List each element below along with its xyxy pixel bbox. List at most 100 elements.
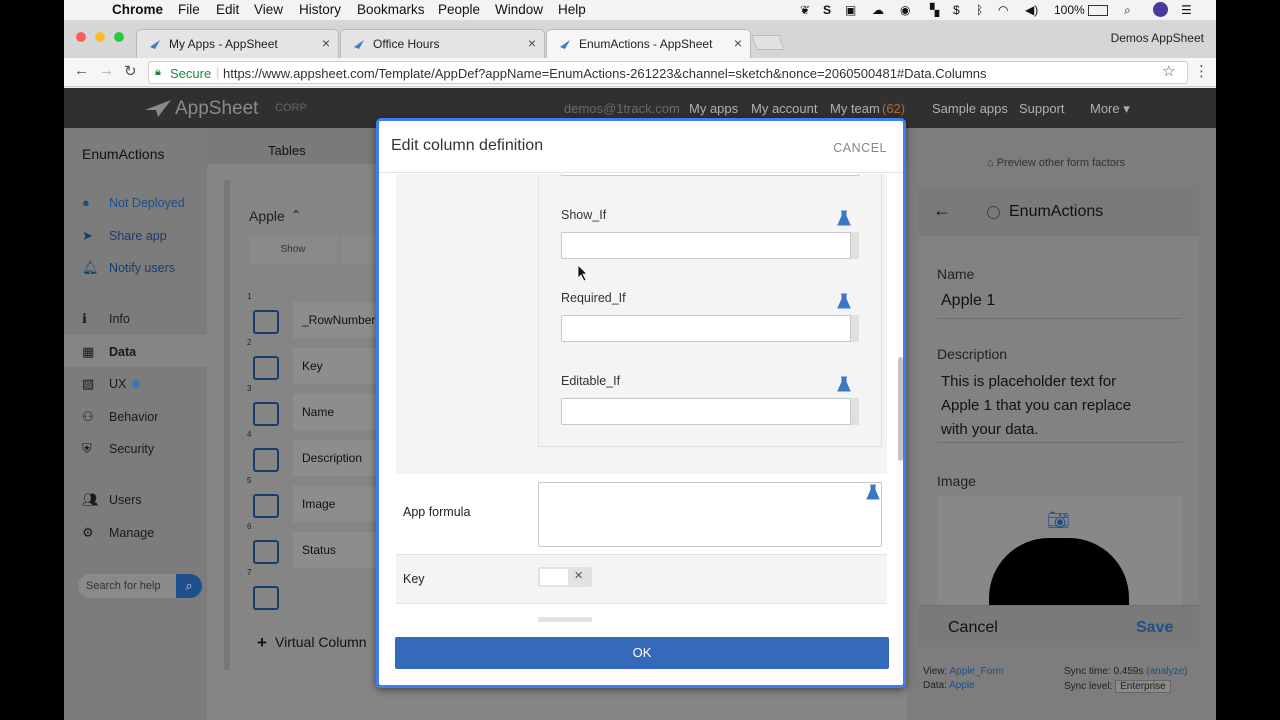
column-header-2[interactable]	[341, 236, 381, 264]
menu-help[interactable]: Help	[558, 2, 586, 17]
name-value[interactable]: Apple 1	[941, 292, 995, 310]
flask-icon[interactable]	[837, 376, 851, 392]
analyze-link[interactable]: (analyze)	[1146, 666, 1187, 677]
status-icon-dollar[interactable]: $	[953, 3, 960, 17]
tab-tables[interactable]: Tables	[268, 143, 306, 158]
menu-app-name[interactable]: Chrome	[112, 2, 163, 17]
status-icon-s[interactable]: S	[823, 3, 831, 17]
secure-label: Secure	[170, 66, 212, 81]
edit-icon[interactable]	[253, 310, 279, 334]
camera-icon[interactable]: 📷︎	[1047, 510, 1070, 531]
brand-name[interactable]: AppSheet	[175, 98, 258, 120]
chevron-up-icon[interactable]: ⌃	[291, 208, 301, 222]
help-search-icon[interactable]: ⌕	[176, 574, 202, 598]
flask-icon[interactable]	[837, 293, 851, 309]
modal-scrollbar[interactable]	[898, 357, 903, 461]
menu-window[interactable]: Window	[495, 2, 543, 17]
my-account-link[interactable]: My account	[751, 101, 817, 116]
required-if-input[interactable]	[561, 315, 851, 342]
bookmark-star-icon[interactable]: ☆	[1162, 62, 1175, 80]
editable-if-input[interactable]	[561, 398, 851, 425]
modal-cancel-button[interactable]: CANCEL	[833, 141, 887, 155]
flask-icon[interactable]	[866, 484, 880, 500]
edit-icon[interactable]	[253, 540, 279, 564]
data-link[interactable]: Apple	[949, 680, 975, 691]
preview-save-button[interactable]: Save	[1136, 619, 1173, 637]
table-row[interactable]: 5 Image	[247, 476, 383, 526]
support-link[interactable]: Support	[1019, 101, 1065, 116]
tab-enumactions[interactable]: EnumActions - AppSheet ×	[546, 29, 751, 59]
back-arrow-icon[interactable]: ←	[74, 62, 89, 79]
menu-bookmarks[interactable]: Bookmarks	[357, 2, 425, 17]
menu-people[interactable]: People	[438, 2, 480, 17]
edit-icon[interactable]	[253, 448, 279, 472]
table-name[interactable]: Apple	[249, 208, 285, 224]
table-row[interactable]: 6 Status	[247, 522, 383, 572]
my-team-link[interactable]: My team	[830, 101, 880, 116]
virtual-column-link[interactable]: Virtual Column	[275, 634, 367, 650]
flask-icon[interactable]	[837, 210, 851, 226]
preview-form-factors-link[interactable]: ⌂ Preview other form factors	[987, 157, 1125, 169]
battery-icon[interactable]	[1088, 5, 1108, 16]
app-formula-input[interactable]	[538, 482, 882, 547]
bluetooth-icon[interactable]: ᛒ	[976, 3, 983, 17]
table-row[interactable]: 4 Description	[247, 430, 383, 480]
reload-icon[interactable]: ↻	[124, 62, 137, 80]
resize-handle[interactable]	[850, 315, 859, 342]
chrome-menu-icon[interactable]: ⋮	[1194, 62, 1209, 80]
menu-edit[interactable]: Edit	[216, 2, 239, 17]
my-apps-link[interactable]: My apps	[689, 101, 738, 116]
status-icon-record[interactable]: ◉	[900, 3, 910, 17]
window-zoom-button[interactable]	[114, 32, 124, 42]
next-toggle-partial[interactable]	[538, 617, 592, 622]
appsheet-logo-icon[interactable]	[144, 98, 172, 118]
edit-icon[interactable]	[253, 402, 279, 426]
table-row[interactable]: 2 Key	[247, 338, 383, 388]
status-icon-window[interactable]: ▣	[845, 3, 856, 17]
new-tab-button[interactable]	[751, 35, 785, 50]
volume-icon[interactable]: ◀)	[1025, 3, 1038, 17]
menu-view[interactable]: View	[254, 2, 283, 17]
tab-close-icon[interactable]: ×	[528, 35, 536, 51]
notification-list-icon[interactable]: ☰	[1181, 3, 1192, 17]
help-search-input[interactable]: Search for help	[86, 580, 161, 592]
more-menu[interactable]: More ▾	[1090, 101, 1130, 117]
edit-icon[interactable]	[253, 356, 279, 380]
table-row[interactable]: 3 Name	[247, 384, 383, 434]
profile-name[interactable]: Demos AppSheet	[1111, 31, 1204, 45]
table-row[interactable]: 7	[247, 568, 383, 618]
window-close-button[interactable]	[76, 32, 86, 42]
window-minimize-button[interactable]	[95, 32, 105, 42]
plus-icon[interactable]: +	[257, 633, 267, 653]
menu-file[interactable]: File	[178, 2, 200, 17]
view-link[interactable]: Apple_Form	[950, 666, 1004, 677]
sync-level-select[interactable]: Enterprise	[1115, 680, 1171, 693]
menu-history[interactable]: History	[299, 2, 341, 17]
status-icon-vector[interactable]: ❦	[800, 3, 810, 17]
ok-button[interactable]: OK	[395, 637, 889, 669]
resize-handle[interactable]	[850, 232, 859, 259]
preview-cancel-button[interactable]: Cancel	[948, 619, 998, 637]
sample-apps-link[interactable]: Sample apps	[932, 101, 1008, 116]
edit-icon[interactable]	[253, 586, 279, 610]
image-area[interactable]: 📷︎	[937, 496, 1182, 618]
status-icon-grid[interactable]: ▚	[930, 3, 939, 17]
table-row[interactable]: 1 _RowNumber	[247, 292, 383, 342]
url-field[interactable]: 🔒︎ Secure | https://www.appsheet.com/Tem…	[148, 61, 1188, 84]
show-if-input[interactable]	[561, 232, 851, 259]
show-column-header[interactable]: Show	[249, 236, 337, 264]
tab-my-apps[interactable]: My Apps - AppSheet ×	[136, 29, 339, 58]
edit-icon[interactable]	[253, 494, 279, 518]
key-toggle[interactable]: ✕	[538, 567, 592, 587]
description-value[interactable]: This is placeholder text for Apple 1 tha…	[941, 370, 1156, 442]
wifi-icon[interactable]: ◠	[998, 3, 1008, 17]
spotlight-search-icon[interactable]: ⌕	[1124, 3, 1131, 18]
tab-office-hours[interactable]: Office Hours ×	[340, 29, 545, 58]
resize-handle[interactable]	[850, 398, 859, 425]
back-arrow-icon[interactable]: ←	[933, 200, 951, 221]
cloud-icon[interactable]: ☁	[872, 3, 884, 17]
forward-arrow-icon[interactable]: →	[99, 62, 114, 79]
siri-icon[interactable]	[1153, 2, 1168, 17]
tab-close-icon[interactable]: ×	[322, 35, 330, 51]
tab-close-icon[interactable]: ×	[734, 35, 742, 51]
